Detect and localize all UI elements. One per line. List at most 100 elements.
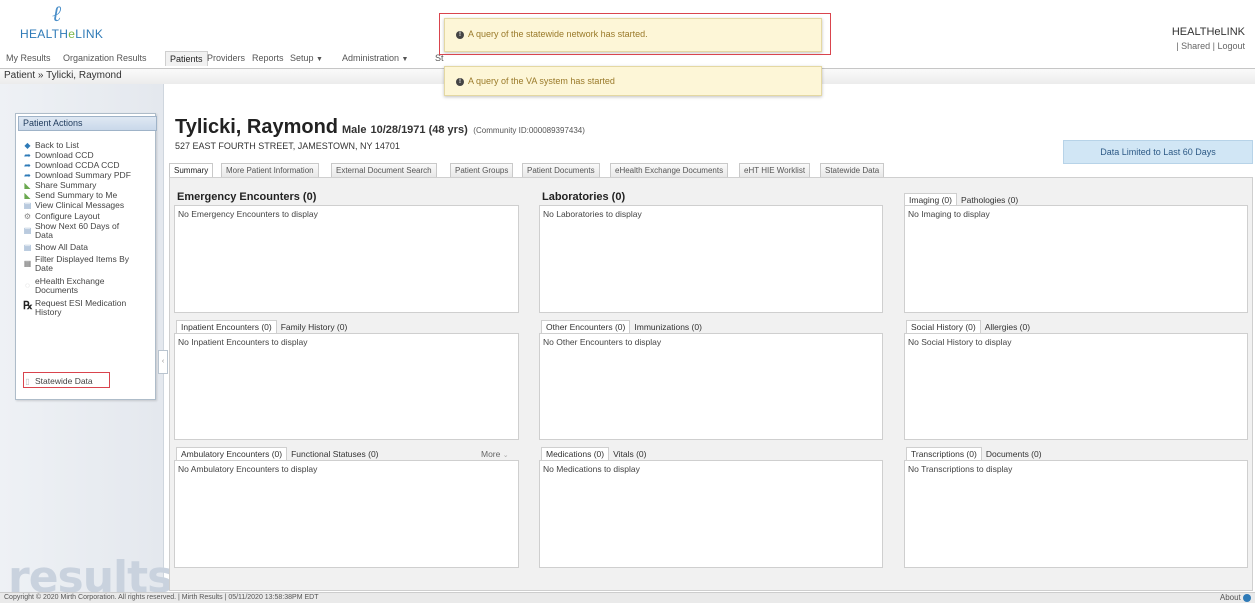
patient-actions-panel: Patient Actions ◆ Back to List ➦ Download … xyxy=(15,113,157,400)
inpatient-encounters-panel: No Inpatient Encounters to display xyxy=(174,333,519,440)
action-ehealth-exchange-documents[interactable]: ◌ eHealth Exchange Documents xyxy=(23,277,115,295)
org-name: HEALTHeLINK xyxy=(1171,26,1245,38)
footer: Copyright © 2020 Mirth Corporation. All … xyxy=(0,592,1255,603)
emergency-encounters-panel: No Emergency Encounters to display xyxy=(174,205,519,313)
logo-icon: ℓ xyxy=(52,2,62,27)
chevron-down-icon: ▼ xyxy=(401,56,409,63)
patient-header: Tylicki, Raymond Male 10/28/1971 (48 yrs) … xyxy=(175,116,585,139)
transcriptions-tabs: Transcriptions (0) Documents (0) xyxy=(906,447,1046,460)
medications-panel: No Medications to display xyxy=(539,460,883,568)
action-filter-by-date[interactable]: ▦ Filter Displayed Items By Date xyxy=(23,255,133,273)
info-icon: ! xyxy=(456,77,464,86)
empty-message: No Laboratories to display xyxy=(543,209,642,219)
ambulatory-encounters-panel: No Ambulatory Encounters to display xyxy=(174,460,519,568)
tab-summary[interactable]: Summary xyxy=(169,163,214,178)
laboratories-title: Laboratories (0) xyxy=(542,191,626,203)
tab-eht-hie-worklist[interactable]: eHT HIE Worklist xyxy=(739,163,811,178)
other-encounters-tabs: Other Encounters (0) Immunizations (0) xyxy=(541,320,706,333)
patient-address: 527 EAST FOURTH STREET, JAMESTOWN, NY 14… xyxy=(175,141,400,151)
document-icon: ▤ xyxy=(23,226,32,235)
empty-message: No Inpatient Encounters to display xyxy=(178,337,308,347)
nav-administration[interactable]: Administration ▼ xyxy=(342,53,408,63)
data-limited-notice: Data Limited to Last 60 Days xyxy=(1063,140,1253,164)
patient-gender: Male xyxy=(342,124,367,136)
inpatient-tabs: Inpatient Encounters (0) Family History (… xyxy=(176,320,351,333)
patient-dob: 10/28/1971 (48 yrs) xyxy=(370,124,468,136)
action-download-ccd[interactable]: ➦ Download CCD xyxy=(23,151,93,161)
tab-patient-documents[interactable]: Patient Documents xyxy=(522,163,600,178)
chevron-down-icon: ⌄ xyxy=(502,452,509,459)
ambulatory-tabs: Ambulatory Encounters (0) Functional Stat… xyxy=(176,447,383,460)
nav-providers[interactable]: Providers xyxy=(207,53,245,63)
empty-message: No Social History to display xyxy=(908,337,1012,347)
emergency-encounters-title: Emergency Encounters (0) xyxy=(177,191,317,203)
rx-icon: ℞ xyxy=(23,300,33,312)
nav-reports[interactable]: Reports xyxy=(252,53,284,63)
chevron-down-icon: ▼ xyxy=(316,56,323,63)
social-history-tabs: Social History (0) Allergies (0) xyxy=(906,320,1034,333)
action-view-clinical-messages[interactable]: ▤ View Clinical Messages xyxy=(23,201,124,211)
highlight-box xyxy=(439,13,831,55)
action-request-esi-medication-history[interactable]: ℞ Request ESI Medication History xyxy=(23,299,135,317)
transcriptions-panel: No Transcriptions to display xyxy=(904,460,1248,568)
arrow-icon: ➦ xyxy=(24,171,31,180)
info-icon xyxy=(1243,593,1251,602)
toast-message: A query of the VA system has started xyxy=(468,76,615,86)
patient-name: Tylicki, Raymond xyxy=(175,116,339,138)
share-icon: ◣ xyxy=(24,181,31,190)
tab-ehealth-exchange-documents[interactable]: eHealth Exchange Documents xyxy=(610,163,729,178)
calendar-icon: ▦ xyxy=(23,259,32,268)
header-user-area: HEALTHeLINK | Shared | Logout xyxy=(1172,26,1245,51)
patient-tabs: Summary More Patient Information Externa… xyxy=(169,163,1251,178)
empty-message: No Other Encounters to display xyxy=(543,337,662,347)
empty-message: No Medications to display xyxy=(543,464,640,474)
send-icon: ◣ xyxy=(24,191,31,200)
copyright-text: Copyright © 2020 Mirth Corporation. All … xyxy=(4,594,319,601)
action-show-all-data[interactable]: ▤ Show All Data xyxy=(23,243,88,253)
tab-statewide-data[interactable]: Statewide Data xyxy=(820,163,885,178)
nav-organization-results[interactable]: Organization Results xyxy=(63,53,147,63)
more-tabs-dropdown[interactable]: More ⌄ xyxy=(481,449,509,459)
imaging-panel: No Imaging to display xyxy=(904,205,1248,313)
document-icon: ▤ xyxy=(23,243,32,252)
community-id: (Community ID:000089397434) xyxy=(473,126,585,135)
tab-more-patient-information[interactable]: More Patient Information xyxy=(221,163,319,178)
action-configure-layout[interactable]: ⚙ Configure Layout xyxy=(23,212,100,222)
exchange-icon: ◌ xyxy=(25,281,30,290)
tab-social-history[interactable]: Social History (0) xyxy=(906,320,981,333)
tab-inpatient-encounters[interactable]: Inpatient Encounters (0) xyxy=(176,320,277,333)
tab-medications[interactable]: Medications (0) xyxy=(541,447,610,460)
collapse-sidebar-handle[interactable]: ‹ xyxy=(158,350,168,374)
arrow-icon: ➦ xyxy=(24,161,31,170)
tab-allergies[interactable]: Allergies (0) xyxy=(981,321,1034,333)
other-encounters-panel: No Other Encounters to display xyxy=(539,333,883,440)
tab-transcriptions[interactable]: Transcriptions (0) xyxy=(906,447,982,460)
action-download-ccda-ccd[interactable]: ➦ Download CCDA CCD xyxy=(23,161,119,171)
action-back-to-list[interactable]: ◆ Back to List xyxy=(23,141,79,151)
tab-vitals[interactable]: Vitals (0) xyxy=(609,448,650,460)
breadcrumb: Patient » Tylicki, Raymond xyxy=(4,70,122,81)
social-history-panel: No Social History to display xyxy=(904,333,1248,440)
tab-functional-statuses[interactable]: Functional Statuses (0) xyxy=(287,448,382,460)
about-link[interactable]: About xyxy=(1220,593,1251,602)
action-show-next-60-days[interactable]: ▤ Show Next 60 Days of Data xyxy=(23,222,135,240)
action-download-summary-pdf[interactable]: ➦ Download Summary PDF xyxy=(23,171,131,181)
medications-tabs: Medications (0) Vitals (0) xyxy=(541,447,651,460)
nav-my-results[interactable]: My Results xyxy=(6,53,51,63)
tab-patient-groups[interactable]: Patient Groups xyxy=(450,163,514,178)
nav-patients[interactable]: Patients xyxy=(165,51,208,66)
action-share-summary[interactable]: ◣ Share Summary xyxy=(23,181,96,191)
tab-immunizations[interactable]: Immunizations (0) xyxy=(630,321,706,333)
empty-message: No Transcriptions to display xyxy=(908,464,1013,474)
tab-family-history[interactable]: Family History (0) xyxy=(277,321,352,333)
tab-external-document-search[interactable]: External Document Search xyxy=(331,163,437,178)
patient-actions-title: Patient Actions xyxy=(18,116,157,131)
tab-ambulatory-encounters[interactable]: Ambulatory Encounters (0) xyxy=(176,447,288,460)
nav-setup[interactable]: Setup ▼ xyxy=(290,53,323,63)
tab-documents[interactable]: Documents (0) xyxy=(982,448,1046,460)
tab-other-encounters[interactable]: Other Encounters (0) xyxy=(541,320,631,333)
empty-message: No Ambulatory Encounters to display xyxy=(178,464,318,474)
empty-message: No Emergency Encounters to display xyxy=(178,209,318,219)
action-send-summary[interactable]: ◣ Send Summary to Me xyxy=(23,191,117,201)
toast-va-query: ! A query of the VA system has started xyxy=(444,66,822,96)
